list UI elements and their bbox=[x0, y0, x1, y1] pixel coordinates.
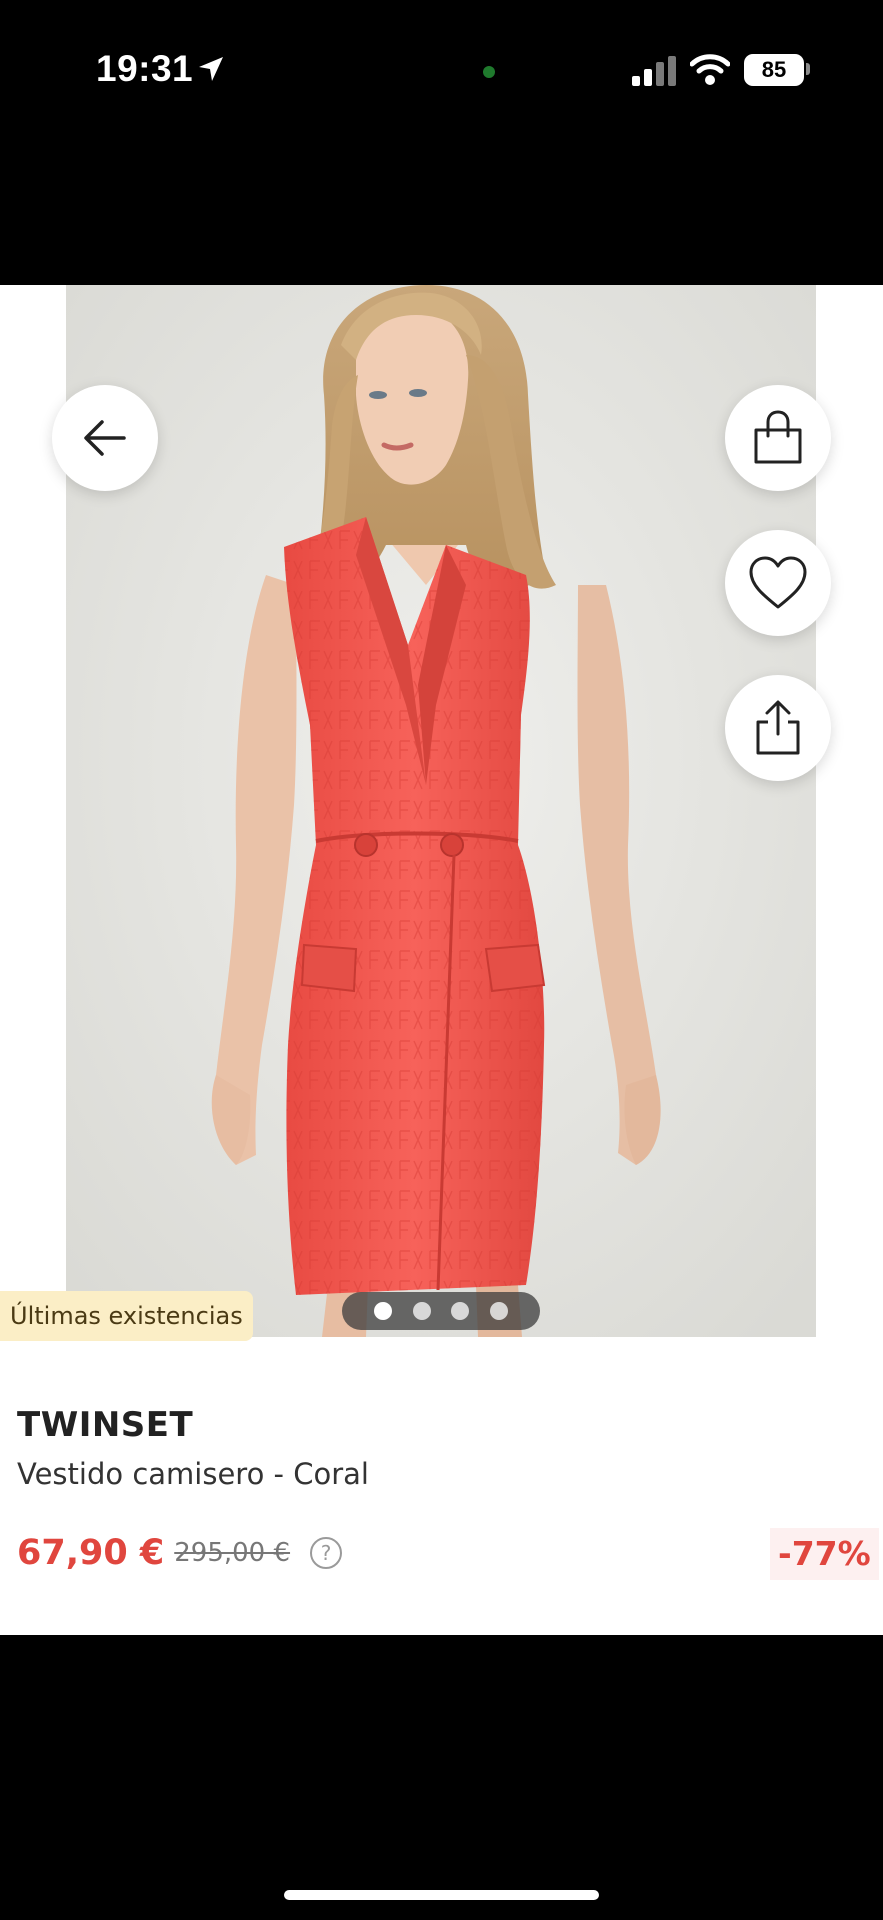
stock-badge: Últimas existencias bbox=[0, 1291, 253, 1341]
product-name: Vestido camisero - Coral bbox=[17, 1457, 369, 1491]
back-button[interactable] bbox=[52, 385, 158, 491]
price-row: 67,90 € 295,00 € ? bbox=[17, 1533, 343, 1573]
shopping-bag-button[interactable] bbox=[725, 385, 831, 491]
status-bar: 19:31 85 bbox=[0, 0, 883, 145]
product-image-gallery[interactable] bbox=[66, 285, 816, 1337]
gallery-dot[interactable] bbox=[374, 1302, 393, 1320]
wifi-icon bbox=[690, 54, 730, 85]
price-help-icon[interactable]: ? bbox=[310, 1537, 343, 1569]
gallery-dot[interactable] bbox=[451, 1302, 470, 1320]
product-photo bbox=[66, 285, 816, 1337]
current-price: 67,90 € bbox=[17, 1533, 165, 1573]
heart-icon bbox=[749, 556, 807, 609]
arrow-left-icon bbox=[84, 420, 126, 456]
share-icon bbox=[756, 700, 800, 755]
status-time: 19:31 bbox=[96, 48, 194, 89]
location-arrow-icon bbox=[199, 57, 223, 81]
home-indicator[interactable] bbox=[284, 1890, 599, 1900]
cellular-signal-icon bbox=[632, 56, 676, 86]
gallery-dot[interactable] bbox=[489, 1302, 508, 1320]
discount-badge: -77% bbox=[770, 1528, 879, 1580]
shopping-bag-icon bbox=[754, 410, 802, 464]
battery-indicator: 85 bbox=[744, 54, 804, 86]
gallery-pagination[interactable] bbox=[342, 1292, 540, 1330]
gallery-dot[interactable] bbox=[412, 1302, 431, 1320]
battery-cap bbox=[806, 63, 810, 75]
phone-screen: 19:31 85 Últimas existencias TWINSET Ves… bbox=[0, 0, 883, 1920]
product-brand[interactable]: TWINSET bbox=[17, 1405, 193, 1445]
product-detail-panel: Últimas existencias TWINSET Vestido cami… bbox=[0, 285, 883, 1635]
favorite-button[interactable] bbox=[725, 530, 831, 636]
original-price: 295,00 € bbox=[174, 1538, 291, 1568]
share-button[interactable] bbox=[725, 675, 831, 781]
camera-indicator bbox=[483, 66, 495, 78]
